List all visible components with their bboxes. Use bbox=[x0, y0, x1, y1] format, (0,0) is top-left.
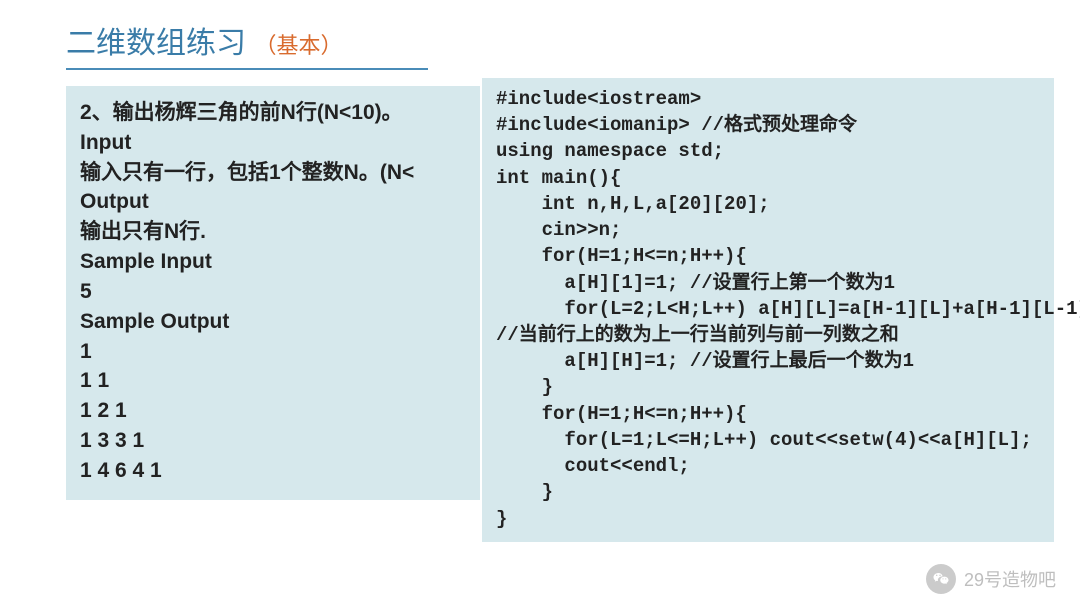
code-line: #include<iomanip> //格式预处理命令 bbox=[496, 112, 1048, 138]
code-line: cout<<endl; bbox=[496, 453, 1048, 479]
title-main: 二维数组练习 bbox=[66, 27, 246, 60]
problem-line: 5 bbox=[80, 277, 470, 307]
problem-line: 1 2 1 bbox=[80, 396, 470, 426]
code-line: for(H=1;H<=n;H++){ bbox=[496, 401, 1048, 427]
problem-line: 1 bbox=[80, 337, 470, 367]
problem-line: 1 4 6 4 1 bbox=[80, 456, 470, 486]
code-line: a[H][H]=1; //设置行上最后一个数为1 bbox=[496, 348, 1048, 374]
code-line: for(H=1;H<=n;H++){ bbox=[496, 243, 1048, 269]
code-line: #include<iostream> bbox=[496, 86, 1048, 112]
problem-panel: 2、输出杨辉三角的前N行(N<10)。 Input 输入只有一行，包括1个整数N… bbox=[66, 86, 480, 500]
problem-line: 输入只有一行，包括1个整数N。(N< bbox=[80, 158, 470, 188]
code-line: int n,H,L,a[20][20]; bbox=[496, 191, 1048, 217]
code-line: a[H][1]=1; //设置行上第一个数为1 bbox=[496, 270, 1048, 296]
problem-line: 1 1 bbox=[80, 366, 470, 396]
code-line: //当前行上的数为上一行当前列与前一列数之和 bbox=[496, 322, 1048, 348]
wechat-icon bbox=[926, 564, 956, 594]
title-sub: （基本） bbox=[254, 33, 342, 58]
code-line: cin>>n; bbox=[496, 217, 1048, 243]
code-line: int main(){ bbox=[496, 165, 1048, 191]
code-line: } bbox=[496, 506, 1048, 532]
code-line: using namespace std; bbox=[496, 138, 1048, 164]
problem-line: Sample Input bbox=[80, 247, 470, 277]
code-line: for(L=1;L<=H;L++) cout<<setw(4)<<a[H][L]… bbox=[496, 427, 1048, 453]
problem-line: 1 3 3 1 bbox=[80, 426, 470, 456]
code-line: for(L=2;L<H;L++) a[H][L]=a[H-1][L]+a[H-1… bbox=[496, 296, 1048, 322]
slide-title-area: 二维数组练习 （基本） bbox=[0, 0, 1080, 70]
title-underline bbox=[66, 68, 428, 70]
code-line: } bbox=[496, 479, 1048, 505]
watermark: 29号造物吧 bbox=[926, 564, 1056, 594]
problem-line: Output bbox=[80, 187, 470, 217]
code-line: } bbox=[496, 374, 1048, 400]
problem-line: 2、输出杨辉三角的前N行(N<10)。 bbox=[80, 98, 470, 128]
watermark-text: 29号造物吧 bbox=[964, 566, 1056, 592]
problem-line: Sample Output bbox=[80, 307, 470, 337]
code-panel: #include<iostream>#include<iomanip> //格式… bbox=[482, 78, 1054, 542]
problem-line: 输出只有N行. bbox=[80, 217, 470, 247]
problem-line: Input bbox=[80, 128, 470, 158]
